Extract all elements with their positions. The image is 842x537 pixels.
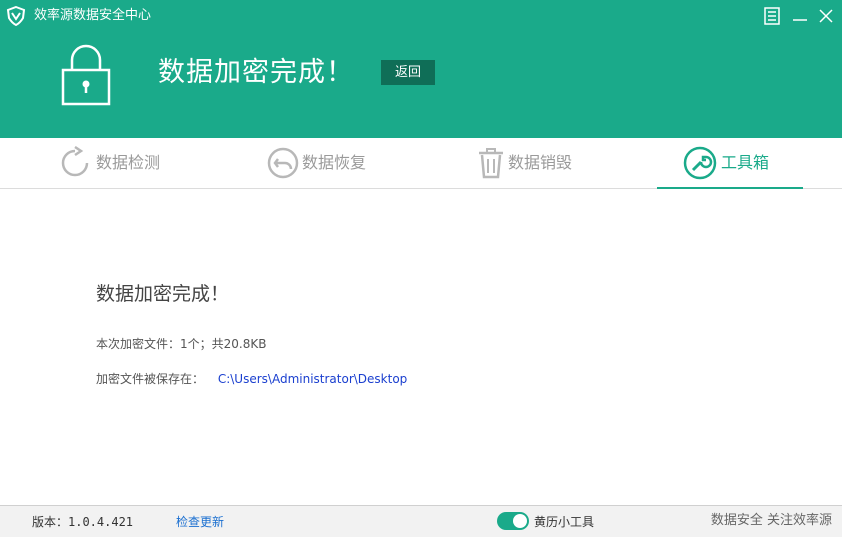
wrench-icon xyxy=(683,146,717,180)
header-banner: 效率源数据安全中心 数据加密完成！ 返回 xyxy=(0,0,842,138)
check-update-link[interactable]: 检查更新 xyxy=(176,514,224,530)
calendar-tool-toggle[interactable] xyxy=(497,512,529,530)
footer-bar: 版本：1.0.4.421 检查更新 黄历小工具 数据安全 关注效率源 xyxy=(0,505,842,537)
calendar-tool-label: 黄历小工具 xyxy=(534,515,595,529)
save-path-link[interactable]: C:\Users\Administrator\Desktop xyxy=(218,372,407,386)
shield-logo-icon xyxy=(6,5,26,27)
tab-label: 数据恢复 xyxy=(302,153,367,172)
tab-data-destroy[interactable]: 数据销毁 xyxy=(474,138,634,188)
undo-arrow-icon xyxy=(266,146,300,180)
tab-data-recover[interactable]: 数据恢复 xyxy=(264,138,424,188)
tab-label: 数据销毁 xyxy=(508,153,573,172)
result-panel: 数据加密完成！ 本次加密文件：1个；共20.8KB 加密文件被保存在： C:\U… xyxy=(0,189,842,505)
encryption-summary: 本次加密文件：1个；共20.8KB xyxy=(96,337,267,351)
tab-toolbox[interactable]: 工具箱 xyxy=(657,138,803,189)
title-bar: 效率源数据安全中心 xyxy=(0,0,842,32)
save-location-label: 加密文件被保存在： xyxy=(96,372,205,386)
tab-label: 数据检测 xyxy=(96,153,161,172)
toggle-knob xyxy=(513,514,527,528)
minimize-icon[interactable] xyxy=(788,4,812,28)
menu-icon[interactable] xyxy=(760,4,784,28)
tab-label: 工具箱 xyxy=(721,153,770,172)
version-text: 版本：1.0.4.421 xyxy=(32,515,134,529)
main-tabs: 数据检测 数据恢复 数据销毁 工具箱 xyxy=(0,138,842,189)
slogan-text: 数据安全 关注效率源 xyxy=(710,513,832,528)
result-title: 数据加密完成！ xyxy=(96,283,230,305)
refresh-icon xyxy=(58,145,92,180)
app-title: 效率源数据安全中心 xyxy=(34,8,152,23)
tab-data-detect[interactable]: 数据检测 xyxy=(56,138,216,188)
banner-headline: 数据加密完成！ xyxy=(158,57,354,88)
back-button[interactable]: 返回 xyxy=(381,60,435,85)
lock-icon xyxy=(60,42,112,106)
save-location-row: 加密文件被保存在： C:\Users\Administrator\Desktop xyxy=(96,370,407,388)
trash-icon xyxy=(474,146,508,180)
close-icon[interactable] xyxy=(814,4,838,28)
